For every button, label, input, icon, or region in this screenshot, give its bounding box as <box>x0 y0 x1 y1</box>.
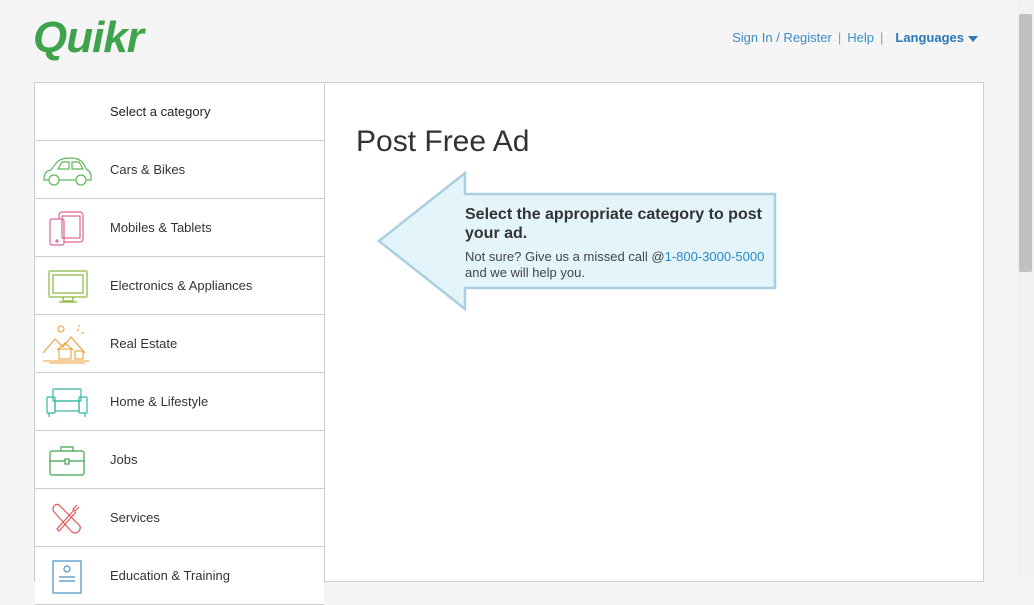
category-label: Home & Lifestyle <box>110 394 209 409</box>
category-mobiles-tablets[interactable]: Mobiles & Tablets <box>35 199 324 257</box>
monitor-icon <box>48 270 88 303</box>
languages-dropdown[interactable]: Languages <box>895 30 978 45</box>
help-link[interactable]: Help <box>847 30 874 45</box>
sidebar-heading: Select a category <box>35 83 324 141</box>
hint-subtext: Not sure? Give us a missed call @1-800-3… <box>465 249 775 281</box>
category-label: Jobs <box>110 452 138 467</box>
quikr-logo[interactable]: Quikr <box>33 12 144 64</box>
page-title: Post Free Ad <box>356 125 530 159</box>
category-label: Mobiles & Tablets <box>110 220 212 235</box>
category-real-estate[interactable]: Real Estate <box>35 315 324 373</box>
nav-separator: | <box>879 30 884 45</box>
category-home-lifestyle[interactable]: Home & Lifestyle <box>35 373 324 431</box>
real-estate-icon <box>42 325 89 364</box>
car-icon <box>43 157 92 186</box>
category-jobs[interactable]: Jobs <box>35 431 324 489</box>
sofa-icon <box>46 388 88 417</box>
hint-suffix: and we will help you. <box>465 265 585 280</box>
mobile-tablet-icon <box>49 211 84 246</box>
hint-title: Select the appropriate category to post … <box>465 206 762 242</box>
post-ad-panel: Select a category Cars & Bikes Mobiles &… <box>34 82 984 605</box>
briefcase-icon <box>49 446 85 476</box>
category-electronics-appliances[interactable]: Electronics & Appliances <box>35 257 324 315</box>
category-label: Electronics & Appliances <box>110 278 253 293</box>
scroll-thumb[interactable] <box>1019 14 1032 272</box>
page-scrollbar[interactable] <box>1017 0 1034 576</box>
sign-in-register-link[interactable]: Sign In / Register <box>732 30 832 45</box>
category-hint-callout: Select the appropriate category to post … <box>376 170 777 312</box>
caret-down-icon <box>968 35 978 42</box>
hint-text: Select the appropriate category to post … <box>465 205 775 281</box>
hint-prefix: Not sure? Give us a missed call @ <box>465 249 665 264</box>
category-education-training[interactable]: Education & Training <box>35 547 324 605</box>
category-label: Services <box>110 510 160 525</box>
education-icon <box>52 560 82 594</box>
category-sidebar: Select a category Cars & Bikes Mobiles &… <box>35 83 325 605</box>
nav-separator: | <box>837 30 842 45</box>
tools-icon <box>52 503 81 534</box>
phone-link[interactable]: 1-800-3000-5000 <box>665 249 765 264</box>
languages-label: Languages <box>895 30 964 45</box>
top-navigation: Sign In / Register | Help | Languages <box>732 30 978 45</box>
category-services[interactable]: Services <box>35 489 324 547</box>
category-cars-bikes[interactable]: Cars & Bikes <box>35 141 324 199</box>
category-label: Real Estate <box>110 336 178 351</box>
category-label: Cars & Bikes <box>110 162 186 177</box>
